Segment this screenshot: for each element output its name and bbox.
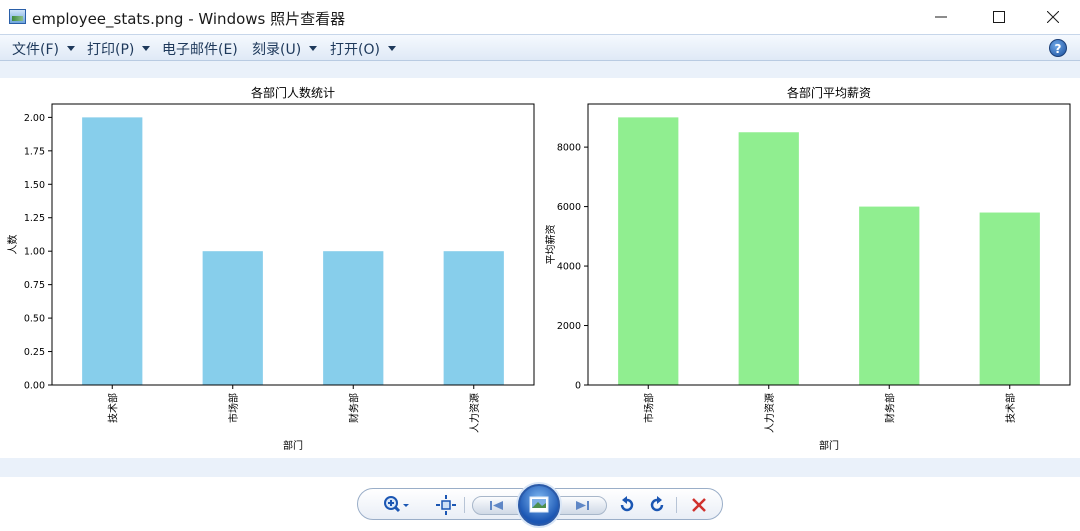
menu-burn-label: 刻录(U): [252, 41, 302, 58]
image-area-bottom-margin: [0, 458, 1080, 477]
minimize-button[interactable]: [918, 0, 964, 34]
menu-file[interactable]: 文件(F): [12, 39, 75, 58]
window-title: employee_stats.png - Windows 照片查看器: [32, 10, 346, 28]
chart-svg: 各部门人数统计技术部 市场部 财务部 人力资源 0.00 0.25 0.50 0.75 1.00…: [6, 85, 535, 452]
rotate-clockwise-button[interactable]: [646, 494, 668, 516]
menu-open[interactable]: 打开(O): [330, 39, 396, 58]
chart-svg: 各部门平均薪资市场部 人力资源 财务部 技术部 0 2000 4000 6000 8000 部门 平…: [545, 85, 1071, 452]
bar-市场部: [618, 117, 679, 385]
x-tick-label: 市场部: [227, 393, 240, 423]
menu-email[interactable]: 电子邮件(E): [162, 39, 238, 58]
bar-市场部: [202, 251, 263, 385]
menu-print[interactable]: 打印(P): [87, 39, 151, 58]
y-tick-label: 8000: [557, 143, 581, 154]
y-axis-label: 平均薪资: [545, 225, 557, 265]
x-tick-label: 市场部: [642, 393, 655, 423]
maximize-icon: [993, 11, 1005, 23]
chart-employee-count: 各部门人数统计技术部 市场部 财务部 人力资源 0.00 0.25 0.50 0.75 1.00…: [0, 78, 540, 458]
x-tick-label: 技术部: [1004, 393, 1017, 423]
chevron-down-icon: [142, 46, 151, 51]
y-axis-label: 人数: [6, 235, 19, 255]
zoom-icon: [384, 496, 409, 513]
menu-open-label: 打开(O): [330, 41, 380, 58]
y-tick-label: 0.00: [24, 381, 45, 392]
y-tick-label: 2.00: [24, 113, 45, 124]
rotate-clockwise-icon: [650, 496, 664, 512]
menu-email-label: 电子邮件(E): [162, 41, 238, 58]
bar-技术部: [979, 212, 1040, 385]
actual-size-button[interactable]: [434, 494, 458, 516]
y-tick-label: 1.75: [24, 146, 45, 157]
chevron-down-icon: [309, 46, 318, 51]
y-tick-label: 2000: [557, 321, 581, 332]
y-tick-label: 1.25: [24, 213, 45, 224]
chevron-down-icon: [66, 46, 75, 51]
delete-icon: [692, 498, 706, 512]
x-tick-label: 人力资源: [763, 393, 776, 433]
menu-print-label: 打印(P): [87, 41, 135, 58]
bar-技术部: [82, 117, 143, 385]
y-tick-label: 0.25: [24, 347, 45, 358]
y-tick-label: 1.50: [24, 180, 45, 191]
y-tick-label: 0: [575, 381, 581, 392]
y-tick-label: 6000: [557, 202, 581, 213]
rotate-counterclockwise-icon: [620, 496, 634, 512]
y-tick-label: 4000: [557, 262, 581, 273]
close-button[interactable]: [1030, 0, 1076, 34]
maximize-button[interactable]: [976, 0, 1022, 34]
x-tick-label: 财务部: [883, 393, 896, 423]
zoom-button[interactable]: [380, 494, 414, 516]
x-tick-label: 人力资源: [468, 393, 481, 433]
slideshow-icon: [529, 496, 549, 513]
help-icon[interactable]: ?: [1049, 39, 1067, 57]
toolbar-separator: [676, 497, 677, 513]
rotate-counterclockwise-button[interactable]: [616, 494, 638, 516]
minimize-icon: [935, 16, 947, 18]
toolbar-separator: [464, 497, 465, 513]
x-axis-label: 部门: [819, 439, 839, 452]
delete-button[interactable]: [688, 494, 710, 516]
menu-file-label: 文件(F): [12, 41, 59, 58]
menu-burn[interactable]: 刻录(U): [252, 39, 318, 58]
photo-viewer-window: employee_stats.png - Windows 照片查看器 文件(F)…: [0, 0, 1080, 531]
y-tick-label: 1.00: [24, 247, 45, 258]
close-icon: [1047, 11, 1059, 23]
title-bar[interactable]: employee_stats.png - Windows 照片查看器: [0, 0, 1080, 34]
image-display: 各部门人数统计技术部 市场部 财务部 人力资源 0.00 0.25 0.50 0.75 1.00…: [0, 78, 1080, 458]
bar-财务部: [323, 251, 384, 385]
x-tick-label: 财务部: [347, 393, 360, 423]
actual-size-icon: [436, 495, 456, 515]
x-axis-label: 部门: [283, 439, 303, 452]
next-icon: [576, 501, 589, 510]
slideshow-button[interactable]: [518, 484, 560, 526]
chart-title: 各部门平均薪资: [787, 85, 871, 100]
bar-人力资源: [738, 132, 799, 385]
photo-viewer-app-icon: [9, 9, 26, 24]
y-tick-label: 0.50: [24, 314, 45, 325]
chevron-down-icon: [387, 46, 396, 51]
x-tick-label: 技术部: [106, 393, 119, 423]
chart-title: 各部门人数统计: [251, 85, 335, 100]
bar-财务部: [859, 206, 920, 385]
image-area-top-margin: [0, 61, 1080, 78]
viewer-toolbar: [357, 484, 723, 526]
bar-人力资源: [443, 251, 504, 385]
y-tick-label: 0.75: [24, 280, 45, 291]
menu-bar: 文件(F) 打印(P) 电子邮件(E) 刻录(U) 打开(O) ?: [0, 34, 1080, 61]
chart-average-salary: 各部门平均薪资市场部 人力资源 财务部 技术部 0 2000 4000 6000 8000 部门 平…: [540, 78, 1080, 458]
